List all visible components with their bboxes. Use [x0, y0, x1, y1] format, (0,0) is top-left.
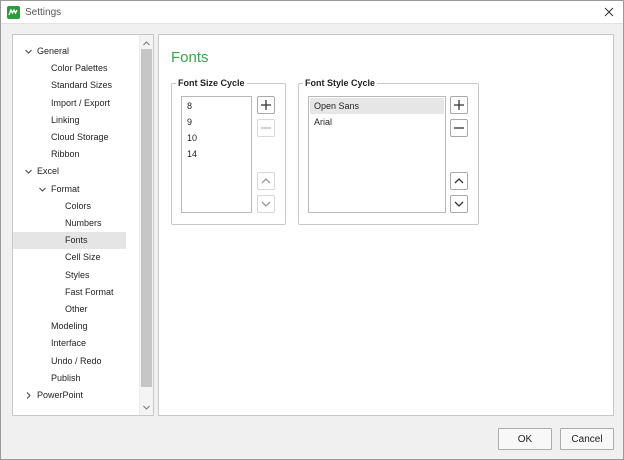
tree-item[interactable]: Ribbon — [13, 146, 126, 163]
scroll-thumb[interactable] — [141, 49, 152, 387]
tree-item-label: Interface — [51, 338, 87, 349]
chevron-up-icon — [454, 178, 464, 184]
tree-item-label: General — [37, 46, 70, 56]
tree-item[interactable]: Cloud Storage — [13, 129, 126, 146]
tree-item[interactable]: Other — [13, 301, 126, 318]
tree-item-label: Ribbon — [51, 149, 80, 160]
tree-item[interactable]: Cell Size — [13, 249, 126, 266]
cancel-button[interactable]: Cancel — [560, 428, 614, 450]
remove-style-button[interactable] — [450, 119, 468, 137]
chevron-down-icon — [261, 201, 271, 207]
chevron-down-icon — [143, 405, 150, 410]
tree-item-label: Styles — [65, 269, 90, 280]
tree-item[interactable]: Fast Format — [13, 284, 126, 301]
tree-item-label: Excel — [37, 166, 60, 177]
close-icon — [604, 7, 614, 17]
tree-item[interactable]: Color Palettes — [13, 60, 126, 77]
page-title: Fonts — [171, 49, 209, 66]
plus-icon — [261, 100, 271, 110]
list-item[interactable]: Arial — [310, 114, 444, 130]
tree-item[interactable]: General — [13, 43, 126, 60]
tree-scrollbar[interactable] — [139, 35, 153, 415]
chevron-right-icon[interactable] — [23, 387, 33, 404]
chevron-down-icon[interactable] — [23, 163, 33, 180]
tree-item[interactable]: Numbers — [13, 215, 126, 232]
window-title: Settings — [25, 7, 62, 18]
move-style-down-button[interactable] — [450, 195, 468, 213]
chevron-up-icon — [143, 40, 150, 45]
tree-item-label: Fast Format — [65, 286, 114, 297]
tree-item-label: Format — [51, 183, 80, 194]
tree-item-label: Modeling — [51, 321, 88, 332]
tree-item[interactable]: Standard Sizes — [13, 77, 126, 94]
scroll-up-button[interactable] — [140, 37, 153, 49]
tree-item-label: Color Palettes — [51, 63, 108, 74]
tree-item[interactable]: Fonts — [13, 232, 126, 250]
font-style-list[interactable]: Open Sans Arial — [308, 96, 446, 213]
list-item[interactable]: Open Sans — [310, 98, 444, 114]
tree-item-label: Numbers — [65, 218, 102, 228]
add-size-button[interactable] — [257, 96, 275, 114]
font-size-list[interactable]: 8 9 10 14 — [181, 96, 252, 213]
tree-item-label: Other — [65, 304, 88, 314]
ok-button[interactable]: OK — [498, 428, 552, 450]
close-button[interactable] — [599, 3, 619, 21]
minus-icon — [454, 127, 464, 129]
list-item[interactable]: 9 — [183, 114, 250, 130]
move-size-down-button[interactable] — [257, 195, 275, 213]
tree-item-label: Colors — [65, 200, 92, 211]
list-item[interactable]: 8 — [183, 98, 250, 114]
chevron-up-icon — [261, 178, 271, 184]
chevron-down-icon[interactable] — [37, 181, 47, 198]
chevron-down-icon — [454, 201, 464, 207]
minus-icon — [261, 127, 271, 129]
tree-item[interactable]: Undo / Redo — [13, 353, 126, 370]
tree-item-label: Import / Export — [51, 97, 111, 108]
move-size-up-button[interactable] — [257, 172, 275, 190]
font-style-cycle-legend: Font Style Cycle — [303, 78, 378, 89]
title-bar: Settings — [1, 1, 623, 24]
plus-icon — [454, 100, 464, 110]
tree-item[interactable]: Interface — [13, 335, 126, 352]
add-style-button[interactable] — [450, 96, 468, 114]
tree-item[interactable]: Import / Export — [13, 95, 126, 112]
tree-item[interactable]: Excel — [13, 163, 126, 180]
app-logo-icon — [7, 6, 20, 19]
scroll-down-button[interactable] — [140, 401, 153, 413]
tree-item-label: Cloud Storage — [51, 132, 109, 142]
tree-item-label: Publish — [51, 372, 81, 383]
tree-item-label: Standard Sizes — [51, 80, 113, 91]
move-style-up-button[interactable] — [450, 172, 468, 190]
tree-item[interactable]: Modeling — [13, 318, 126, 335]
tree-item-label: PowerPoint — [37, 390, 84, 400]
font-style-cycle-group: Font Style Cycle Open Sans Arial — [298, 78, 479, 225]
tree-item-label: Fonts — [65, 235, 88, 246]
font-size-cycle-group: Font Size Cycle 8 9 10 14 — [171, 78, 286, 225]
tree-item[interactable]: Publish — [13, 370, 126, 387]
tree-item[interactable]: Format — [13, 181, 126, 198]
settings-tree: General Color Palettes Standard Sizes Impor… — [12, 34, 154, 416]
chevron-down-icon[interactable] — [23, 43, 33, 60]
settings-window: Settings General Color Palettes Standard S… — [0, 0, 624, 460]
tree-item-label: Undo / Redo — [51, 355, 102, 366]
tree-item[interactable]: Styles — [13, 267, 126, 284]
tree-item-label: Linking — [51, 114, 80, 125]
list-item[interactable]: 14 — [183, 146, 250, 162]
content-panel: Fonts Font Size Cycle 8 9 10 14 Font Sty… — [158, 34, 614, 416]
tree-item[interactable]: PowerPoint — [13, 387, 126, 404]
font-size-cycle-legend: Font Size Cycle — [176, 78, 247, 89]
tree-item-label: Cell Size — [65, 252, 101, 263]
tree-item[interactable]: Linking — [13, 112, 126, 129]
list-item[interactable]: 10 — [183, 130, 250, 146]
tree-item[interactable]: Colors — [13, 198, 126, 215]
remove-size-button[interactable] — [257, 119, 275, 137]
